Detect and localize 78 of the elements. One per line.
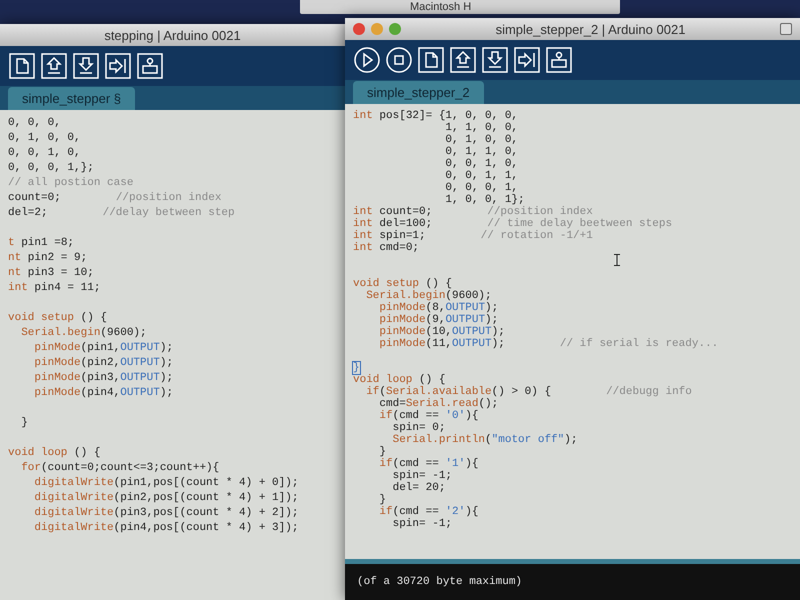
code-line: spin= -1;	[392, 470, 452, 482]
code-line: pinMode(11,OUTPUT);	[378, 338, 505, 350]
code-line: if(cmd == '1'){	[378, 458, 478, 470]
code-line: count=0;	[8, 191, 61, 206]
code-line: spin= 0;	[392, 422, 446, 434]
code-line: Serial.println("motor off");	[392, 434, 578, 446]
code-comment: //delay between step	[102, 206, 235, 221]
code-line: int spin=1;	[353, 230, 426, 242]
code-line: 0, 0, 1, 1,	[444, 170, 518, 182]
code-line: digitalWrite(pin1,pos[(count * 4) + 0]);	[33, 476, 298, 491]
code-line: 0, 1, 1, 0,	[444, 146, 518, 158]
code-line: Serial.begin(9600);	[20, 326, 147, 341]
code-line: int del=100;	[353, 218, 432, 230]
code-line: // all postion case	[8, 176, 134, 191]
window-title: Macintosh H	[410, 1, 472, 13]
code-line: for(count=0;count<=3;count++){	[20, 461, 220, 476]
code-comment: // rotation -1/+1	[480, 230, 593, 242]
code-line: int cmd=0;	[353, 242, 420, 254]
code-line: pinMode(8,OUTPUT);	[378, 302, 498, 314]
code-line: 0, 0, 1, 0,	[8, 146, 81, 161]
window-title: stepping | Arduino 0021	[103, 28, 242, 42]
window-title: simple_stepper_2 | Arduino 0021	[494, 22, 686, 36]
code-line: void setup () {	[8, 311, 108, 326]
text-cursor-icon	[614, 254, 620, 266]
code-line: del= 20;	[392, 482, 446, 494]
close-button[interactable]	[353, 23, 365, 35]
code-line: 1, 1, 0, 0,	[444, 122, 518, 134]
code-line: if(cmd == '2'){	[378, 506, 478, 518]
code-line: if(cmd == '0'){	[378, 410, 478, 422]
code-line: }	[378, 494, 386, 506]
console-text: (of a 30720 byte maximum)	[357, 576, 522, 588]
code-line: del=2;	[8, 206, 48, 221]
code-line: Serial.begin(9600);	[365, 290, 492, 302]
code-line: void loop () {	[8, 446, 100, 461]
monitor-icon[interactable]	[545, 46, 573, 74]
code-line: int pos[32]= {1, 0, 0, 0,	[353, 110, 518, 122]
monitor-icon[interactable]	[136, 52, 164, 80]
code-line: spin= -1;	[392, 518, 452, 530]
code-line: pinMode(pin1,OUTPUT);	[33, 341, 174, 356]
code-line: t pin1 =8;	[8, 236, 74, 251]
play-icon[interactable]	[353, 46, 381, 74]
code-line: digitalWrite(pin4,pos[(count * 4) + 3]);	[33, 521, 298, 536]
code-comment: // if serial is ready...	[560, 338, 718, 350]
code-line: nt pin2 = 9;	[8, 251, 88, 266]
code-line: }	[20, 416, 28, 431]
code-line: digitalWrite(pin3,pos[(count * 4) + 2]);	[33, 506, 298, 521]
code-line: 0, 0, 0, 1,};	[8, 161, 94, 176]
code-line: pinMode(pin2,OUTPUT);	[33, 356, 174, 371]
code-line: int count=0;	[353, 206, 432, 218]
code-comment: //position index	[487, 206, 593, 218]
code-line: pinMode(10,OUTPUT);	[378, 326, 505, 338]
code-comment: //position index	[116, 191, 222, 206]
code-line: pinMode(pin3,OUTPUT);	[33, 371, 174, 386]
code-line: int pin4 = 11;	[8, 281, 100, 296]
code-line: }	[378, 446, 386, 458]
code-line: }	[353, 362, 360, 374]
file-tab[interactable]: simple_stepper §	[8, 87, 135, 110]
code-line: 1, 0, 0, 1};	[444, 194, 525, 206]
document-icon[interactable]	[417, 46, 445, 74]
code-line: digitalWrite(pin2,pos[(count * 4) + 1]);	[33, 491, 298, 506]
code-line: 0, 0, 0,	[8, 116, 61, 131]
code-line: 0, 0, 1, 0,	[444, 158, 518, 170]
code-line: if(Serial.available() > 0) {	[365, 386, 552, 398]
code-comment: // time delay beetween steps	[487, 218, 672, 230]
code-line: void setup () {	[353, 278, 452, 290]
code-line: void loop () {	[353, 374, 446, 386]
file-tab[interactable]: simple_stepper_2	[353, 81, 484, 104]
code-line: 0, 0, 0, 1,	[444, 182, 518, 194]
code-comment: //debugg info	[606, 386, 692, 398]
toolbar-toggle-button[interactable]	[780, 23, 792, 35]
code-line: nt pin3 = 10;	[8, 266, 94, 281]
document-icon[interactable]	[8, 52, 36, 80]
code-line: 0, 1, 0, 0,	[444, 134, 518, 146]
code-line: pinMode(9,OUTPUT);	[378, 314, 498, 326]
code-line: pinMode(pin4,OUTPUT);	[33, 386, 174, 401]
code-line: cmd=Serial.read();	[378, 398, 498, 410]
stop-icon[interactable]	[385, 46, 413, 74]
code-line: 0, 1, 0, 0,	[8, 131, 81, 146]
